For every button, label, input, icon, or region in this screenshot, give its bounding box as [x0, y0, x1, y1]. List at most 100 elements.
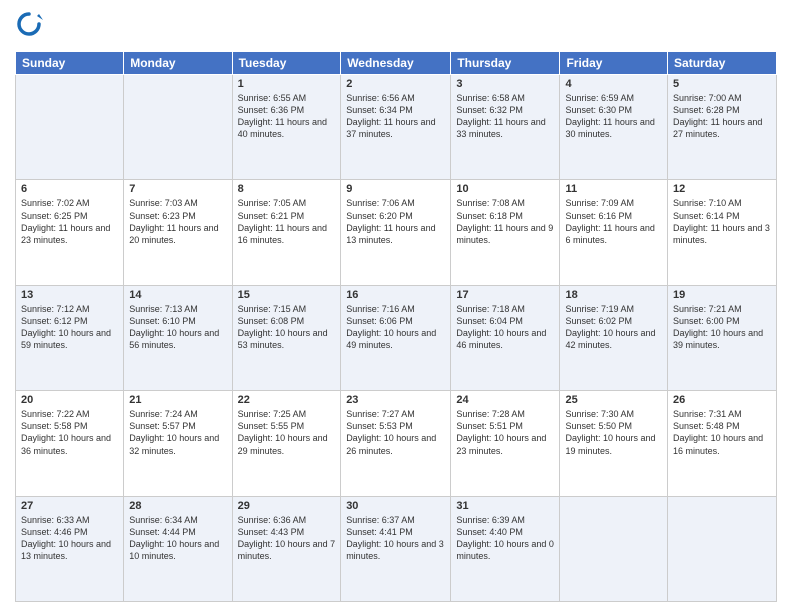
day-info: Sunrise: 6:55 AM Sunset: 6:36 PM Dayligh… [238, 92, 336, 141]
weekday-header: Friday [560, 52, 668, 75]
calendar-cell: 3Sunrise: 6:58 AM Sunset: 6:32 PM Daylig… [451, 75, 560, 180]
day-number: 23 [346, 394, 445, 406]
calendar-cell: 28 Sunrise: 6:34 AM Sunset: 4:44 PM Dayli… [124, 496, 232, 601]
calendar-week-row: 27 Sunrise: 6:33 AM Sunset: 4:46 PM Dayli… [16, 496, 777, 601]
calendar-cell: 14Sunrise: 7:13 AM Sunset: 6:10 PM Dayli… [124, 285, 232, 390]
day-info: Sunrise: 7:25 AM Sunset: 5:55 PM Dayligh… [238, 408, 336, 457]
calendar-cell: 20 Sunrise: 7:22 AM Sunset: 5:58 PM Dayli… [16, 391, 124, 496]
day-number: 18 [565, 289, 662, 301]
day-info: Sunrise: 6:56 AM Sunset: 6:34 PM Dayligh… [346, 92, 445, 141]
calendar-cell: 8 Sunrise: 7:05 AM Sunset: 6:21 PM Daylig… [232, 180, 341, 285]
logo [15, 10, 47, 43]
day-number: 17 [456, 289, 554, 301]
calendar-cell [560, 496, 668, 601]
day-info: Sunrise: 7:15 AM Sunset: 6:08 PM Dayligh… [238, 303, 336, 352]
day-number: 7 [129, 183, 226, 195]
calendar-cell: 6 Sunrise: 7:02 AM Sunset: 6:25 PM Daylig… [16, 180, 124, 285]
day-number: 8 [238, 183, 336, 195]
day-info: Sunrise: 7:05 AM Sunset: 6:21 PM Dayligh… [238, 197, 336, 246]
day-info: Sunrise: 7:00 AM Sunset: 6:28 PM Dayligh… [673, 92, 771, 141]
day-number: 11 [565, 183, 662, 195]
day-info: Sunrise: 6:33 AM Sunset: 4:46 PM Dayligh… [21, 514, 118, 563]
day-info: Sunrise: 6:36 AM Sunset: 4:43 PM Dayligh… [238, 514, 336, 563]
day-info: Sunrise: 7:22 AM Sunset: 5:58 PM Dayligh… [21, 408, 118, 457]
day-info: Sunrise: 7:27 AM Sunset: 5:53 PM Dayligh… [346, 408, 445, 457]
calendar-cell: 4Sunrise: 6:59 AM Sunset: 6:30 PM Daylig… [560, 75, 668, 180]
day-number: 2 [346, 78, 445, 90]
day-info: Sunrise: 7:31 AM Sunset: 5:48 PM Dayligh… [673, 408, 771, 457]
day-number: 16 [346, 289, 445, 301]
day-info: Sunrise: 7:12 AM Sunset: 6:12 PM Dayligh… [21, 303, 118, 352]
calendar-cell: 31Sunrise: 6:39 AM Sunset: 4:40 PM Dayli… [451, 496, 560, 601]
weekday-header: Tuesday [232, 52, 341, 75]
day-info: Sunrise: 7:03 AM Sunset: 6:23 PM Dayligh… [129, 197, 226, 246]
day-info: Sunrise: 7:13 AM Sunset: 6:10 PM Dayligh… [129, 303, 226, 352]
calendar-cell: 26 Sunrise: 7:31 AM Sunset: 5:48 PM Dayli… [668, 391, 777, 496]
day-number: 19 [673, 289, 771, 301]
day-info: Sunrise: 6:34 AM Sunset: 4:44 PM Dayligh… [129, 514, 226, 563]
day-number: 26 [673, 394, 771, 406]
day-number: 21 [129, 394, 226, 406]
calendar-table: SundayMondayTuesdayWednesdayThursdayFrid… [15, 51, 777, 602]
day-info: Sunrise: 7:18 AM Sunset: 6:04 PM Dayligh… [456, 303, 554, 352]
day-info: Sunrise: 7:16 AM Sunset: 6:06 PM Dayligh… [346, 303, 445, 352]
calendar-cell [16, 75, 124, 180]
calendar-cell: 18 Sunrise: 7:19 AM Sunset: 6:02 PM Dayli… [560, 285, 668, 390]
calendar-week-row: 13 Sunrise: 7:12 AM Sunset: 6:12 PM Dayli… [16, 285, 777, 390]
day-number: 5 [673, 78, 771, 90]
header [15, 10, 777, 43]
calendar-cell [124, 75, 232, 180]
weekday-header: Sunday [16, 52, 124, 75]
day-number: 27 [21, 500, 118, 512]
day-number: 10 [456, 183, 554, 195]
calendar-cell: 19 Sunrise: 7:21 AM Sunset: 6:00 PM Dayli… [668, 285, 777, 390]
calendar-cell: 2 Sunrise: 6:56 AM Sunset: 6:34 PM Daylig… [341, 75, 451, 180]
weekday-header: Saturday [668, 52, 777, 75]
calendar-cell: 17 Sunrise: 7:18 AM Sunset: 6:04 PM Dayli… [451, 285, 560, 390]
day-info: Sunrise: 7:21 AM Sunset: 6:00 PM Dayligh… [673, 303, 771, 352]
calendar-week-row: 1Sunrise: 6:55 AM Sunset: 6:36 PM Daylig… [16, 75, 777, 180]
day-info: Sunrise: 7:08 AM Sunset: 6:18 PM Dayligh… [456, 197, 554, 246]
day-number: 6 [21, 183, 118, 195]
calendar-cell: 25Sunrise: 7:30 AM Sunset: 5:50 PM Dayli… [560, 391, 668, 496]
weekday-header: Monday [124, 52, 232, 75]
day-info: Sunrise: 7:10 AM Sunset: 6:14 PM Dayligh… [673, 197, 771, 246]
logo-icon [15, 10, 43, 38]
day-info: Sunrise: 6:39 AM Sunset: 4:40 PM Dayligh… [456, 514, 554, 563]
calendar-cell: 5 Sunrise: 7:00 AM Sunset: 6:28 PM Daylig… [668, 75, 777, 180]
day-number: 22 [238, 394, 336, 406]
day-number: 4 [565, 78, 662, 90]
calendar-cell: 9Sunrise: 7:06 AM Sunset: 6:20 PM Daylig… [341, 180, 451, 285]
calendar-cell: 16 Sunrise: 7:16 AM Sunset: 6:06 PM Dayli… [341, 285, 451, 390]
day-number: 28 [129, 500, 226, 512]
day-number: 12 [673, 183, 771, 195]
calendar-cell: 11Sunrise: 7:09 AM Sunset: 6:16 PM Dayli… [560, 180, 668, 285]
day-info: Sunrise: 7:24 AM Sunset: 5:57 PM Dayligh… [129, 408, 226, 457]
day-number: 13 [21, 289, 118, 301]
day-number: 25 [565, 394, 662, 406]
calendar-week-row: 6 Sunrise: 7:02 AM Sunset: 6:25 PM Daylig… [16, 180, 777, 285]
calendar-cell: 13 Sunrise: 7:12 AM Sunset: 6:12 PM Dayli… [16, 285, 124, 390]
day-info: Sunrise: 7:28 AM Sunset: 5:51 PM Dayligh… [456, 408, 554, 457]
day-info: Sunrise: 7:06 AM Sunset: 6:20 PM Dayligh… [346, 197, 445, 246]
calendar-cell [668, 496, 777, 601]
calendar-cell: 30 Sunrise: 6:37 AM Sunset: 4:41 PM Dayli… [341, 496, 451, 601]
day-info: Sunrise: 6:37 AM Sunset: 4:41 PM Dayligh… [346, 514, 445, 563]
page: SundayMondayTuesdayWednesdayThursdayFrid… [0, 0, 792, 612]
weekday-header: Thursday [451, 52, 560, 75]
calendar-cell: 1Sunrise: 6:55 AM Sunset: 6:36 PM Daylig… [232, 75, 341, 180]
day-number: 30 [346, 500, 445, 512]
calendar-cell: 21 Sunrise: 7:24 AM Sunset: 5:57 PM Dayli… [124, 391, 232, 496]
calendar-cell: 22 Sunrise: 7:25 AM Sunset: 5:55 PM Dayli… [232, 391, 341, 496]
day-info: Sunrise: 7:02 AM Sunset: 6:25 PM Dayligh… [21, 197, 118, 246]
calendar-week-row: 20 Sunrise: 7:22 AM Sunset: 5:58 PM Dayli… [16, 391, 777, 496]
calendar-cell: 10 Sunrise: 7:08 AM Sunset: 6:18 PM Dayli… [451, 180, 560, 285]
day-info: Sunrise: 7:19 AM Sunset: 6:02 PM Dayligh… [565, 303, 662, 352]
calendar-cell: 29 Sunrise: 6:36 AM Sunset: 4:43 PM Dayli… [232, 496, 341, 601]
day-number: 20 [21, 394, 118, 406]
calendar-cell: 23 Sunrise: 7:27 AM Sunset: 5:53 PM Dayli… [341, 391, 451, 496]
day-info: Sunrise: 6:58 AM Sunset: 6:32 PM Dayligh… [456, 92, 554, 141]
calendar-header-row: SundayMondayTuesdayWednesdayThursdayFrid… [16, 52, 777, 75]
day-number: 29 [238, 500, 336, 512]
calendar-cell: 12 Sunrise: 7:10 AM Sunset: 6:14 PM Dayli… [668, 180, 777, 285]
